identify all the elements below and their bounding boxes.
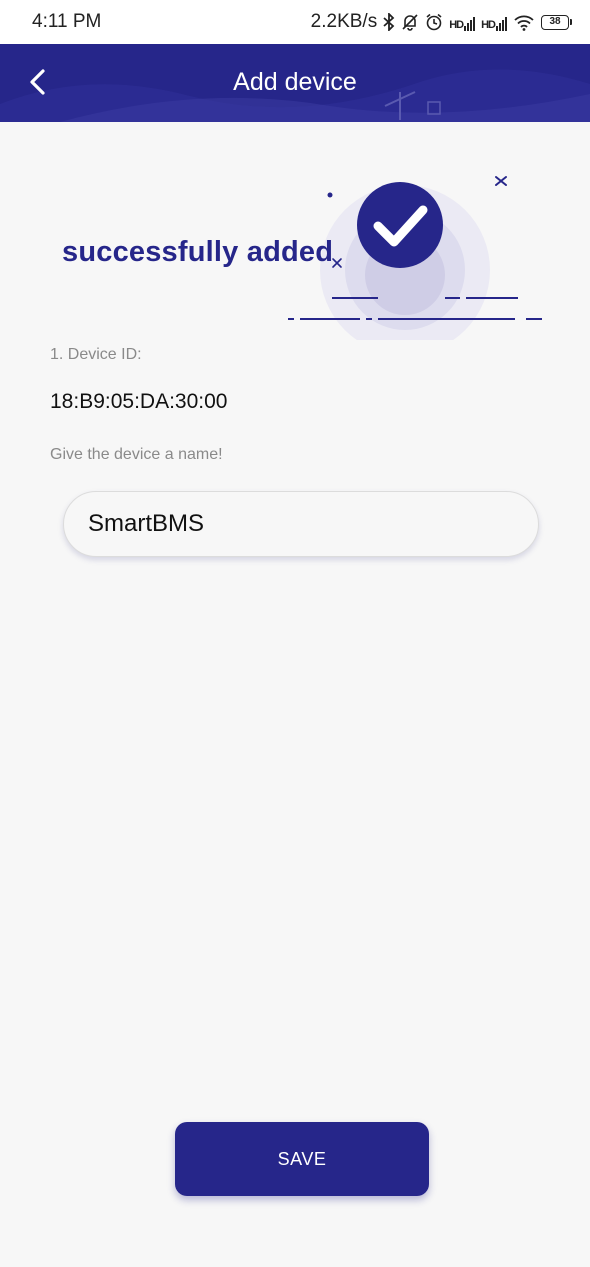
status-bar: 4:11 PM 2.2KB/s HD HD 38 xyxy=(0,0,590,44)
alarm-icon xyxy=(426,13,442,31)
status-icons: 2.2KB/s HD HD 38 xyxy=(311,11,572,33)
wifi-icon xyxy=(514,15,534,31)
signal-hd-label: HD xyxy=(449,19,464,31)
app-header: Add device xyxy=(0,44,590,122)
page-title: Add device xyxy=(233,68,357,96)
device-id-label: 1. Device ID: xyxy=(50,346,142,363)
battery-icon: 38 xyxy=(541,14,572,30)
success-hero: successfully added xyxy=(0,160,590,340)
device-id-value: 18:B9:05:DA:30:00 xyxy=(50,390,228,413)
device-name-input[interactable] xyxy=(63,491,539,557)
signal-icon: HD xyxy=(449,13,476,31)
status-time: 4:11 PM xyxy=(32,11,102,32)
save-button[interactable]: SAVE xyxy=(175,1122,429,1196)
mute-bell-icon xyxy=(402,14,418,31)
success-message: successfully added xyxy=(62,236,334,268)
battery-level: 38 xyxy=(541,14,569,30)
check-circle-icon xyxy=(357,182,443,268)
bluetooth-icon xyxy=(383,13,395,31)
signal-hd-label: HD xyxy=(481,19,496,31)
network-speed: 2.2KB/s xyxy=(310,11,378,32)
signal-icon: HD xyxy=(481,13,507,31)
device-name-prompt: Give the device a name! xyxy=(50,446,223,463)
